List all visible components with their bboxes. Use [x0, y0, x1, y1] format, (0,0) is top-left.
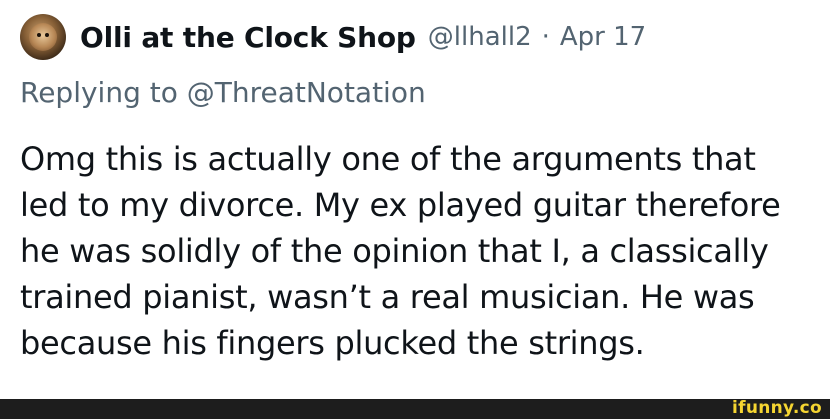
- tweet-card: Olli at the Clock Shop @llhall2 · Apr 17…: [0, 0, 830, 399]
- avatar-eye-left: [37, 33, 41, 37]
- avatar-face: [29, 23, 57, 51]
- tweet-date[interactable]: Apr 17: [560, 22, 646, 52]
- tweet-body-line: because his fingers plucked the strings.: [20, 324, 645, 362]
- tweet-body-line: he was solidly of the opinion that I, a …: [20, 232, 769, 270]
- replying-to: Replying to @ThreatNotation: [20, 76, 426, 109]
- separator-dot: ·: [541, 22, 550, 52]
- footer-bar: [0, 399, 830, 419]
- tweet-body-line: trained pianist, wasn’t a real musician.…: [20, 278, 755, 316]
- user-handle[interactable]: @llhall2: [428, 22, 532, 52]
- tweet-body-line: Omg this is actually one of the argument…: [20, 140, 756, 178]
- ifunny-watermark: ifunny.co: [732, 398, 822, 418]
- avatar[interactable]: [20, 14, 66, 60]
- tweet-body-line: led to my divorce. My ex played guitar t…: [20, 186, 781, 224]
- tweet-header: Olli at the Clock Shop @llhall2 · Apr 17: [20, 14, 646, 60]
- display-name[interactable]: Olli at the Clock Shop: [80, 21, 416, 54]
- avatar-eye-right: [45, 33, 49, 37]
- tweet-body: Omg this is actually one of the argument…: [20, 136, 820, 366]
